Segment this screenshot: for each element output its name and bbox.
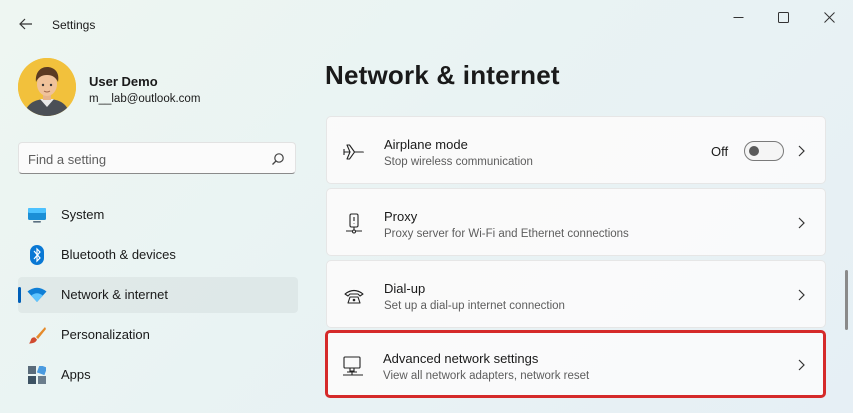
selection-indicator: [18, 287, 21, 303]
minimize-button[interactable]: [715, 4, 761, 30]
chevron-right-icon[interactable]: [795, 358, 807, 372]
sidebar-item-personalization[interactable]: Personalization: [18, 317, 298, 353]
search-box[interactable]: [18, 142, 296, 174]
advanced-network-settings-card[interactable]: Advanced network settings View all netwo…: [325, 330, 826, 398]
card-description: Set up a dial-up internet connection: [384, 300, 565, 312]
brush-icon: [27, 325, 47, 345]
minimize-icon: [733, 16, 743, 18]
toggle-state-label: Off: [711, 144, 729, 159]
page-title: Network & internet: [325, 60, 560, 90]
user-name: User Demo: [89, 74, 158, 89]
sidebar-item-label: Bluetooth & devices: [61, 247, 176, 262]
network-pc-icon: [342, 355, 364, 377]
proxy-card[interactable]: Proxy Proxy server for Wi-Fi and Etherne…: [326, 188, 826, 256]
apps-icon: [27, 365, 47, 385]
sidebar-item-label: System: [61, 207, 105, 222]
card-title: Advanced network settings: [383, 351, 539, 366]
user-avatar-icon: [18, 58, 76, 116]
airplane-mode-card[interactable]: Airplane mode Stop wireless communicatio…: [326, 116, 826, 184]
close-button[interactable]: [806, 4, 852, 30]
card-title: Airplane mode: [384, 137, 468, 152]
card-description: View all network adapters, network reset: [383, 370, 590, 382]
close-icon: [823, 11, 835, 23]
chevron-right-icon[interactable]: [795, 216, 807, 230]
card-title: Proxy: [384, 209, 418, 224]
dialup-icon: [343, 285, 365, 307]
search-input[interactable]: [28, 149, 258, 169]
sidebar-item-bluetooth[interactable]: Bluetooth & devices: [18, 237, 298, 273]
avatar[interactable]: [18, 58, 76, 116]
proxy-icon: [343, 213, 365, 235]
sidebar-item-apps[interactable]: Apps: [18, 357, 298, 393]
card-description: Stop wireless communication: [384, 156, 533, 168]
card-title: Dial-up: [384, 281, 426, 296]
maximize-icon: [777, 11, 789, 23]
user-email: m__lab@outlook.com: [89, 93, 201, 105]
sidebar-item-label: Network & internet: [61, 287, 168, 302]
app-title: Settings: [52, 18, 96, 32]
toggle-knob: [749, 146, 759, 156]
back-arrow-icon: [19, 18, 32, 30]
monitor-icon: [27, 205, 47, 225]
wifi-icon: [27, 285, 47, 305]
title-bar: Settings: [0, 0, 853, 48]
airplane-mode-toggle[interactable]: [744, 141, 784, 161]
sidebar-item-label: Apps: [61, 367, 91, 382]
sidebar-item-network[interactable]: Network & internet: [18, 277, 298, 313]
dial-up-card[interactable]: Dial-up Set up a dial-up internet connec…: [326, 260, 826, 328]
search-icon[interactable]: [271, 152, 285, 166]
bluetooth-icon: [27, 245, 47, 265]
maximize-button[interactable]: [760, 4, 806, 30]
scrollbar[interactable]: [845, 270, 848, 330]
sidebar-item-label: Personalization: [61, 327, 150, 342]
card-description: Proxy server for Wi-Fi and Ethernet conn…: [384, 228, 629, 240]
back-button[interactable]: [12, 10, 40, 38]
airplane-icon: [343, 141, 365, 163]
sidebar-item-system[interactable]: System: [18, 197, 298, 233]
chevron-right-icon[interactable]: [795, 144, 807, 158]
chevron-right-icon[interactable]: [795, 288, 807, 302]
